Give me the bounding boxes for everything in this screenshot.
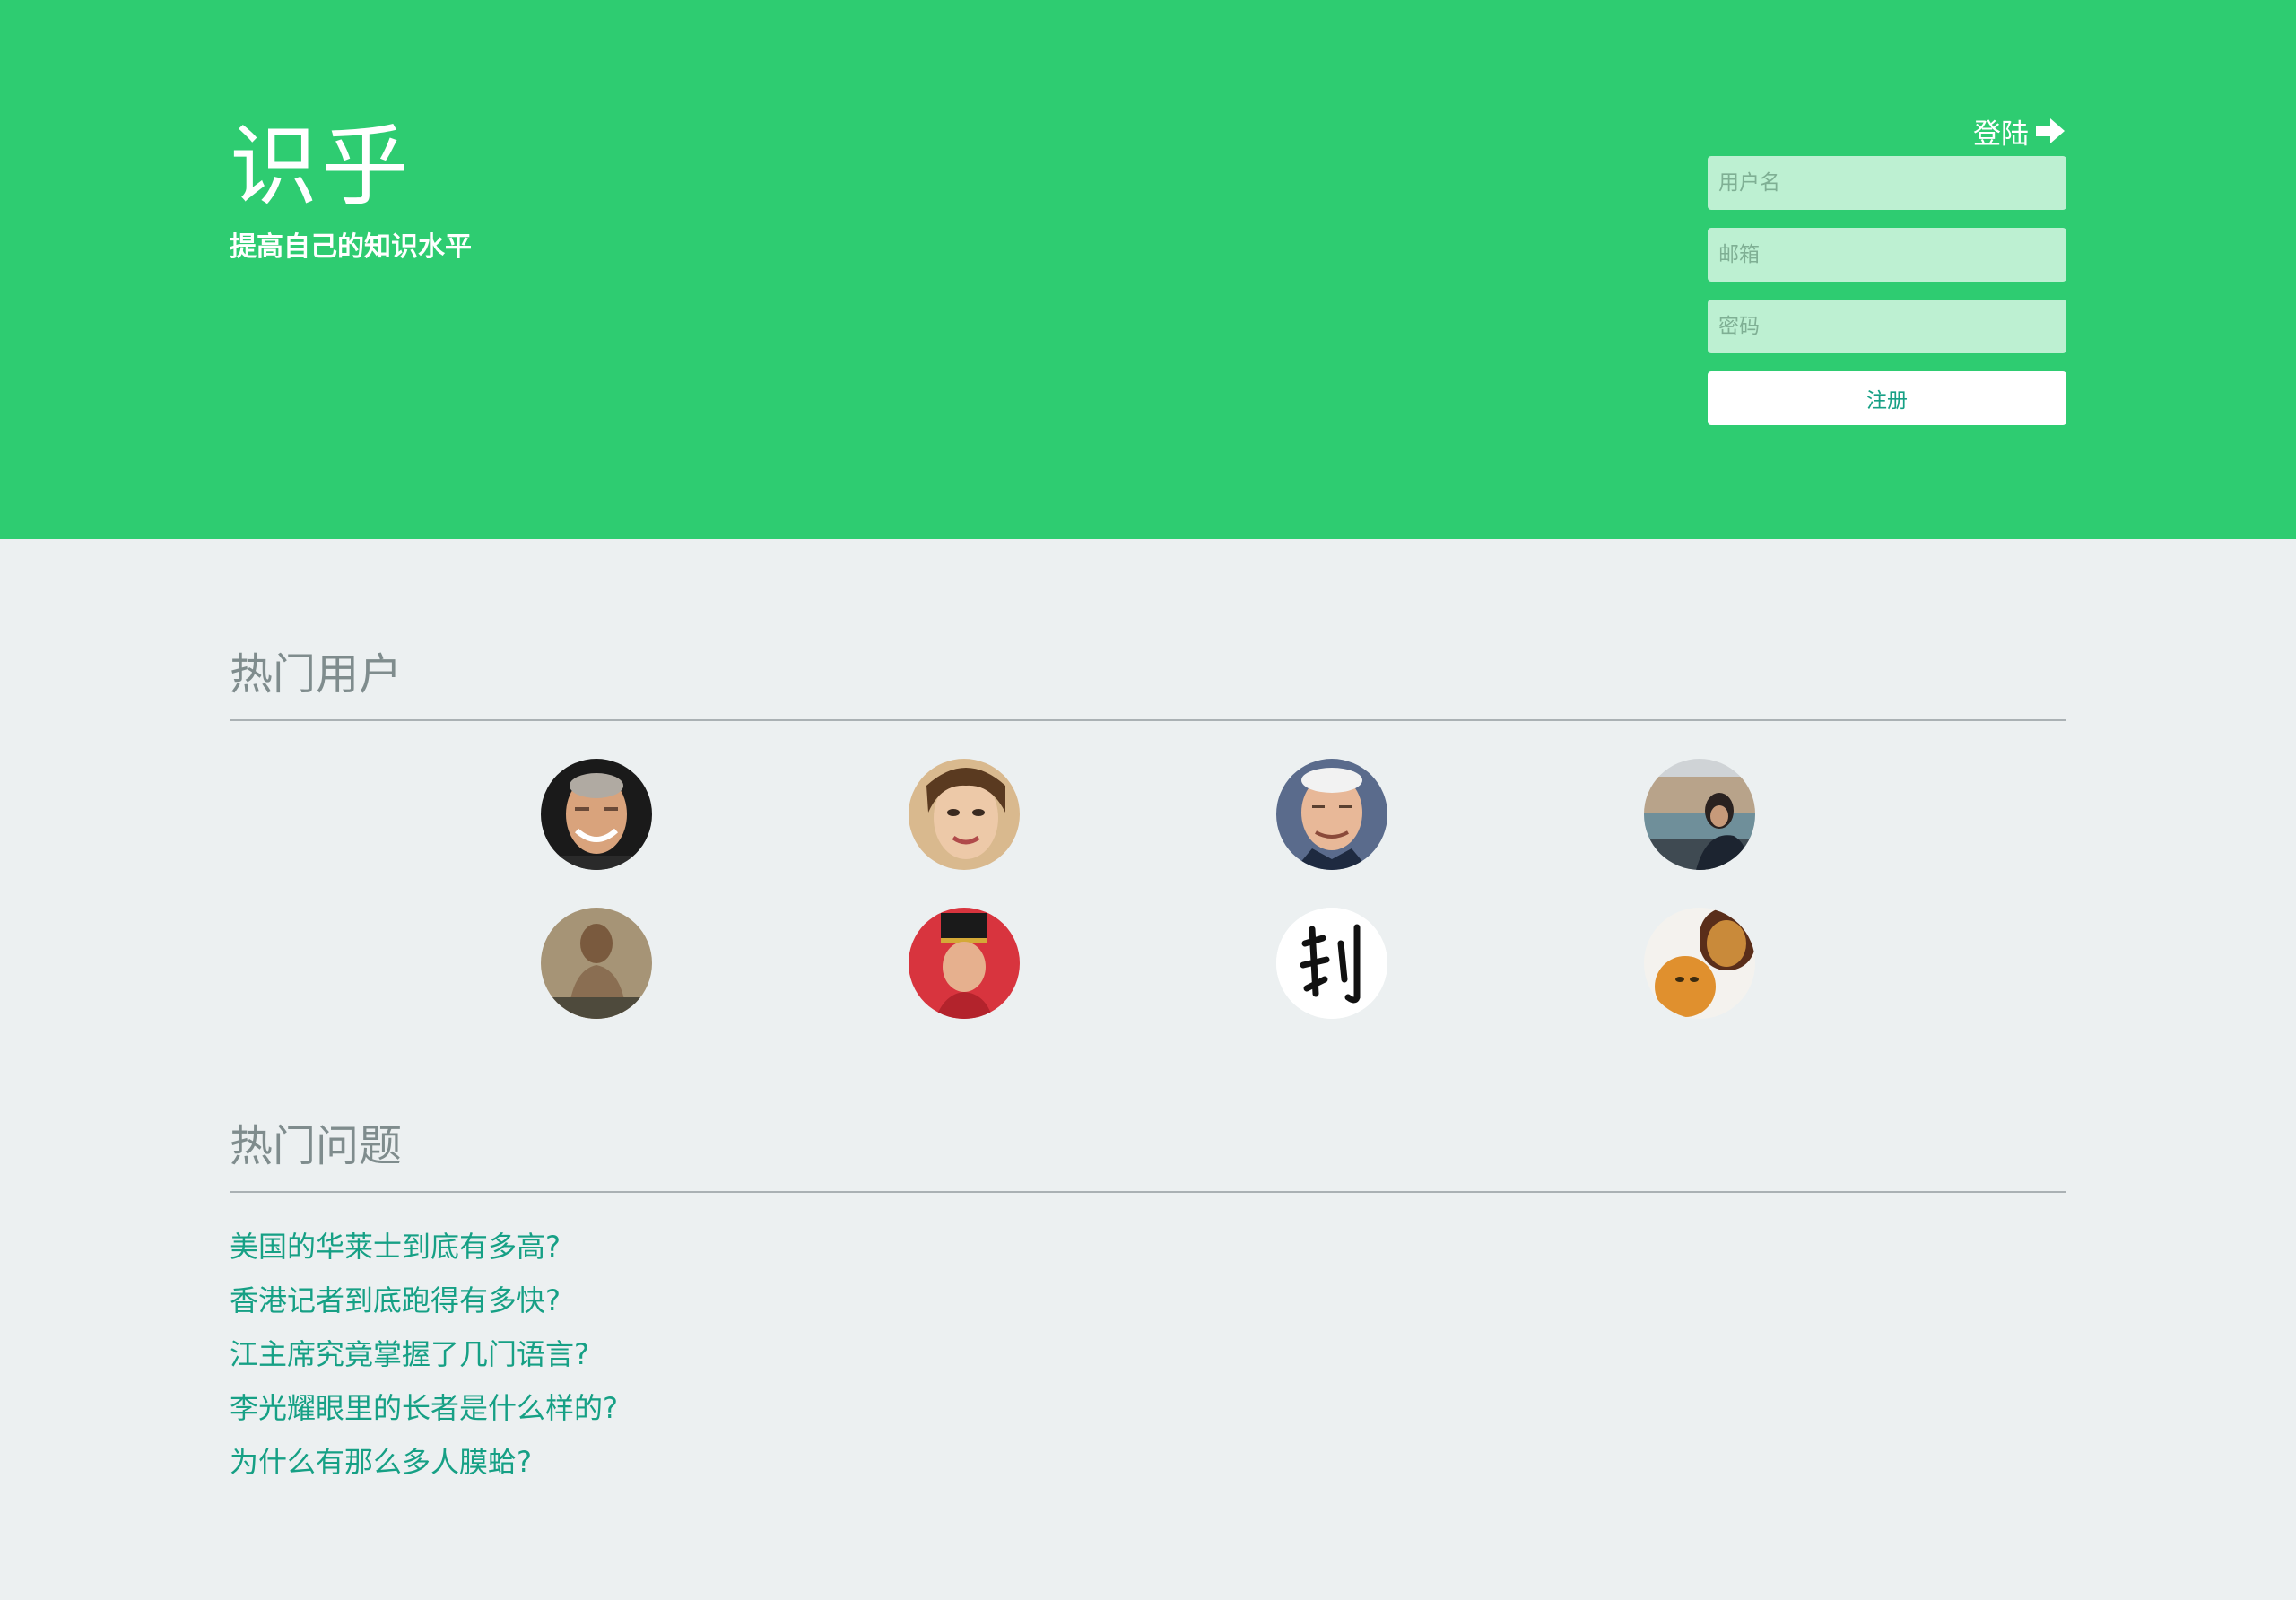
hot-users-grid (0, 759, 2296, 1019)
site-logo-title[interactable]: 识乎 (230, 115, 472, 219)
hot-questions-list: 美国的华莱士到底有多高? 香港记者到底跑得有多快? 江主席究竟掌握了几门语言? … (230, 1220, 618, 1489)
question-link[interactable]: 李光耀眼里的长者是什么样的? (230, 1381, 618, 1435)
user-avatar[interactable] (1644, 908, 1755, 1019)
user-avatar[interactable] (909, 908, 1020, 1019)
user-avatar[interactable] (541, 908, 652, 1019)
user-avatar[interactable] (1644, 759, 1755, 870)
login-label: 登陆 (1973, 117, 2029, 151)
question-link[interactable]: 美国的华莱士到底有多高? (230, 1220, 618, 1274)
question-link[interactable]: 江主席究竟掌握了几门语言? (230, 1327, 618, 1381)
user-avatar[interactable] (1276, 908, 1387, 1019)
username-input[interactable] (1708, 156, 2066, 210)
hot-questions-heading: 热门问题 (230, 1119, 2066, 1193)
hero-banner: 识乎 提高自己的知识水平 登陆 注册 (0, 0, 2296, 539)
password-input[interactable] (1708, 300, 2066, 353)
question-link[interactable]: 为什么有那么多人膜蛤? (230, 1435, 618, 1489)
email-input[interactable] (1708, 228, 2066, 282)
register-button[interactable]: 注册 (1708, 371, 2066, 425)
user-avatar[interactable] (541, 759, 652, 870)
login-link[interactable]: 登陆 (1973, 111, 2066, 151)
user-avatar[interactable] (909, 759, 1020, 870)
site-tagline: 提高自己的知识水平 (230, 231, 472, 263)
brand: 识乎 提高自己的知识水平 (230, 115, 472, 265)
arrow-right-icon (2034, 115, 2066, 147)
user-avatar[interactable] (1276, 759, 1387, 870)
question-link[interactable]: 香港记者到底跑得有多快? (230, 1274, 618, 1327)
hot-users-heading: 热门用户 (230, 648, 2066, 721)
